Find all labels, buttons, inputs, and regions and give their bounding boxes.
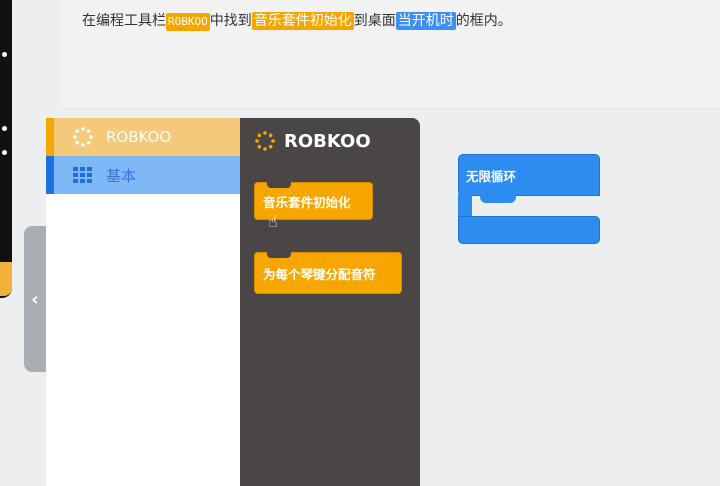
device-indicator — [2, 126, 7, 131]
instruction-mid1: 中找到 — [209, 13, 252, 29]
instruction-text: 在编程工具栏 ROBKOO 中找到 音乐套件初始化 到桌面 当开机时 的框内。 — [82, 10, 512, 31]
flyout-title-label: ROBKOO — [284, 130, 371, 152]
assign-note-to-key-block[interactable]: 为每个琴键分配音符 — [254, 252, 402, 294]
instruction-chip-init: 音乐套件初始化 — [251, 12, 354, 30]
instruction-chip-on-start: 当开机时 — [395, 12, 456, 30]
device-screen — [0, 0, 12, 298]
block-label: 音乐套件初始化 — [263, 194, 351, 210]
collapse-panel-button[interactable]: ‹ — [24, 226, 46, 372]
category-label: 基本 — [106, 166, 137, 185]
device-indicator — [2, 150, 7, 155]
instruction-chip-robkoo: ROBKOO — [166, 13, 210, 31]
category-robkoo[interactable]: ROBKOO — [46, 118, 240, 156]
loop-block-arm — [458, 194, 472, 218]
instruction-panel: 在编程工具栏 ROBKOO 中找到 音乐套件初始化 到桌面 当开机时 的框内。 — [60, 0, 720, 109]
spinner-icon — [72, 126, 94, 148]
category-basic[interactable]: 基本 — [46, 156, 240, 194]
block-label: 无限循环 — [466, 169, 517, 184]
loop-block-notch — [480, 195, 516, 203]
app-root: ‹ 在编程工具栏 ROBKOO 中找到 音乐套件初始化 到桌面 当开机时 的框内。 ROBK… — [0, 0, 720, 486]
flyout-title: ROBKOO — [254, 130, 371, 152]
toolbox-categories: ROBKOO 基本 — [46, 118, 240, 486]
block-label: 为每个琴键分配音符 — [263, 266, 376, 282]
device-preview-strip: ‹ — [0, 0, 46, 486]
spinner-icon — [254, 130, 276, 152]
device-indicator — [2, 52, 7, 57]
forever-loop-block[interactable]: 无限循环 — [458, 154, 600, 244]
category-label: ROBKOO — [106, 128, 172, 146]
loop-block-footer — [458, 216, 600, 244]
code-workspace[interactable]: 无限循环 — [420, 118, 720, 486]
instruction-suffix: 的框内。 — [455, 13, 512, 29]
grid-icon — [72, 164, 94, 186]
chevron-left-icon: ‹ — [31, 288, 39, 310]
instruction-prefix: 在编程工具栏 — [82, 13, 166, 29]
hand-cursor-icon: ☝ — [268, 212, 278, 231]
device-accent — [0, 262, 12, 296]
instruction-mid2: 到桌面 — [353, 13, 396, 29]
block-flyout: ROBKOO 音乐套件初始化 ☝ 为每个琴键分配音符 — [240, 118, 420, 486]
